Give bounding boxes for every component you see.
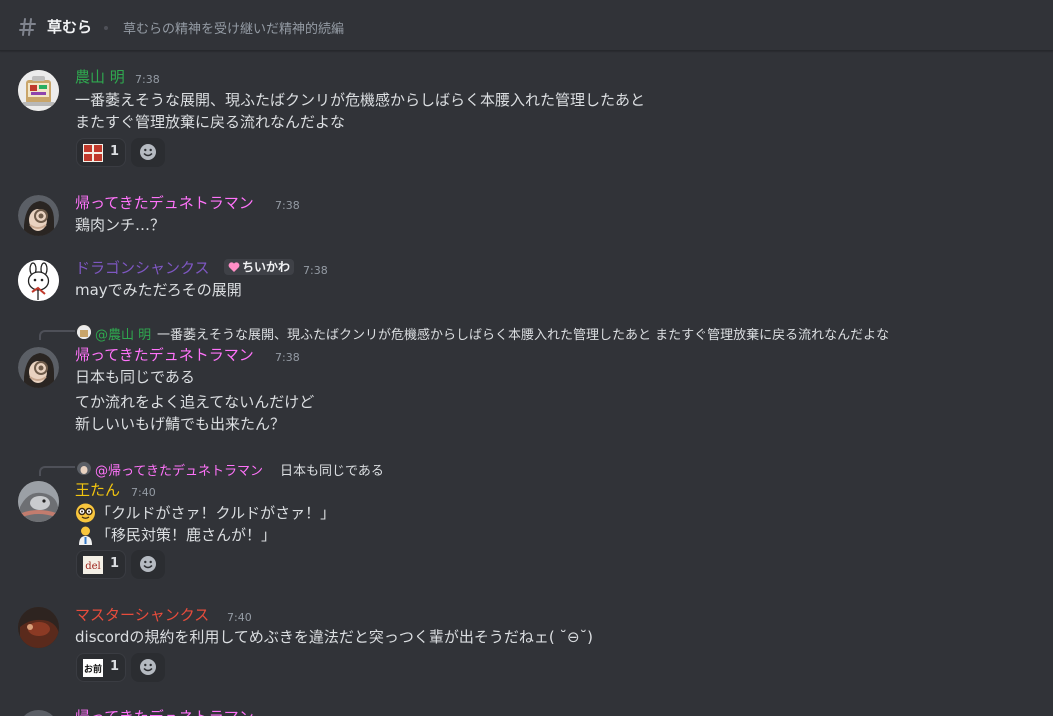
message-text: discordの規約を利用してめぶきを違法だと突っつく輩が出そうだねェ( ˘⊖˘…	[75, 628, 593, 646]
username[interactable]: 農山 明	[75, 68, 125, 86]
message-text: mayでみただろその展開	[75, 281, 242, 299]
hash-threads-icon	[19, 18, 36, 36]
reaction-chip[interactable]: del 1	[76, 550, 126, 579]
avatar[interactable]	[18, 195, 59, 236]
reply-avatar[interactable]	[77, 461, 91, 475]
custom-emoji-icon: お前	[83, 659, 103, 677]
avatar[interactable]	[18, 481, 59, 522]
message-item: 帰ってきたデュネトラマン 7:38 鶏肉ンチ…？	[0, 191, 1053, 241]
avatar[interactable]	[18, 347, 59, 388]
message-item: @農山 明 一番萎えそうな展開、現ふたばクンリが危機感からしばらく本腰入れた管理…	[0, 320, 1053, 440]
reply-username[interactable]: @農山 明	[95, 324, 151, 343]
timestamp[interactable]: 7:40	[227, 611, 252, 625]
reaction-count: 1	[110, 556, 120, 571]
username[interactable]: 王たん	[75, 481, 120, 499]
timestamp[interactable]: 7:40	[131, 486, 156, 500]
message-text: てか流れをよく追えてないんだけど	[75, 393, 315, 411]
username[interactable]: 帰ってきたデュネトラマン	[75, 194, 254, 212]
heart-icon	[228, 262, 240, 272]
custom-emoji-label: del	[85, 561, 101, 572]
message-text: 一番萎えそうな展開、現ふたばクンリが危機感からしばらく本腰入れた管理したあと	[75, 91, 646, 109]
reply-username[interactable]: @帰ってきたデュネトラマン	[95, 460, 263, 479]
timestamp[interactable]: 7:38	[275, 199, 300, 213]
add-reaction-button[interactable]	[131, 550, 165, 579]
message-item: ドラゴンシャンクス ちいかわ 7:38 mayでみただろその展開	[0, 256, 1053, 306]
channel-topic[interactable]: 草むらの精神を受け継いだ精神的続編	[123, 18, 344, 37]
reply-preview-text[interactable]: 日本も同じである	[280, 460, 384, 479]
role-tag[interactable]: ちいかわ	[224, 259, 295, 275]
add-reaction-button[interactable]	[131, 138, 165, 167]
reaction-chip[interactable]: 1	[76, 138, 126, 167]
avatar[interactable]	[18, 70, 59, 111]
header-divider-dot	[104, 26, 108, 30]
username[interactable]: ドラゴンシャンクス	[75, 259, 210, 277]
reply-preview-text[interactable]: 一番萎えそうな展開、現ふたばクンリが危機感からしばらく本腰入れた管理したあと ま…	[157, 324, 889, 343]
timestamp[interactable]: 7:38	[303, 264, 328, 278]
reaction-count: 1	[110, 144, 120, 159]
add-reaction-button[interactable]	[131, 653, 165, 682]
message-text: 「移民対策！鹿さんが！」	[96, 526, 277, 544]
reply-avatar[interactable]	[77, 325, 91, 339]
message-item: @帰ってきたデュネトラマン 日本も同じである 王たん 7:40 「クルドがさァ！…	[0, 456, 1053, 586]
avatar[interactable]	[18, 260, 59, 301]
avatar[interactable]	[18, 710, 59, 716]
username[interactable]: 帰ってきたデュネトラマン	[75, 346, 254, 364]
custom-emoji-icon	[83, 144, 103, 162]
channel-name: 草むら	[47, 18, 93, 36]
message-text: 鶏肉ンチ…？	[75, 216, 166, 234]
custom-emoji-label: お前	[84, 663, 102, 675]
person-emoji-icon	[79, 526, 92, 545]
username[interactable]: 帰ってきたデュネトラマン	[75, 708, 254, 716]
smiley-icon	[140, 556, 156, 572]
message-text: 日本も同じである	[75, 368, 195, 386]
reaction-chip[interactable]: お前 1	[76, 653, 126, 682]
nerd-face-emoji-icon	[76, 503, 95, 523]
timestamp[interactable]: 7:38	[135, 73, 160, 87]
message-text: またすぐ管理放棄に戻る流れなんだよな	[75, 113, 346, 131]
reply-connector	[39, 466, 75, 476]
custom-emoji-icon: del	[83, 556, 103, 574]
smiley-icon	[140, 144, 156, 160]
message-item: マスターシャンクス 7:40 discordの規約を利用してめぶきを違法だと突っ…	[0, 603, 1053, 693]
message-item: 農山 明 7:38 一番萎えそうな展開、現ふたばクンリが危機感からしばらく本腰入…	[0, 66, 1053, 176]
reaction-count: 1	[110, 659, 120, 674]
role-tag-label: ちいかわ	[242, 260, 291, 274]
timestamp[interactable]: 7:38	[275, 351, 300, 365]
channel-header: 草むら 草むらの精神を受け継いだ精神的続編	[0, 0, 1053, 51]
smiley-icon	[140, 659, 156, 675]
message-text: 「クルドがさァ！クルドがさァ！」	[96, 504, 336, 522]
message-item: 帰ってきたデュネトラマン	[0, 706, 1053, 716]
reply-connector	[39, 330, 75, 340]
message-text: 新しいいもげ鯖でも出来たん？	[75, 415, 286, 433]
username[interactable]: マスターシャンクス	[75, 606, 209, 624]
avatar[interactable]	[18, 607, 59, 648]
